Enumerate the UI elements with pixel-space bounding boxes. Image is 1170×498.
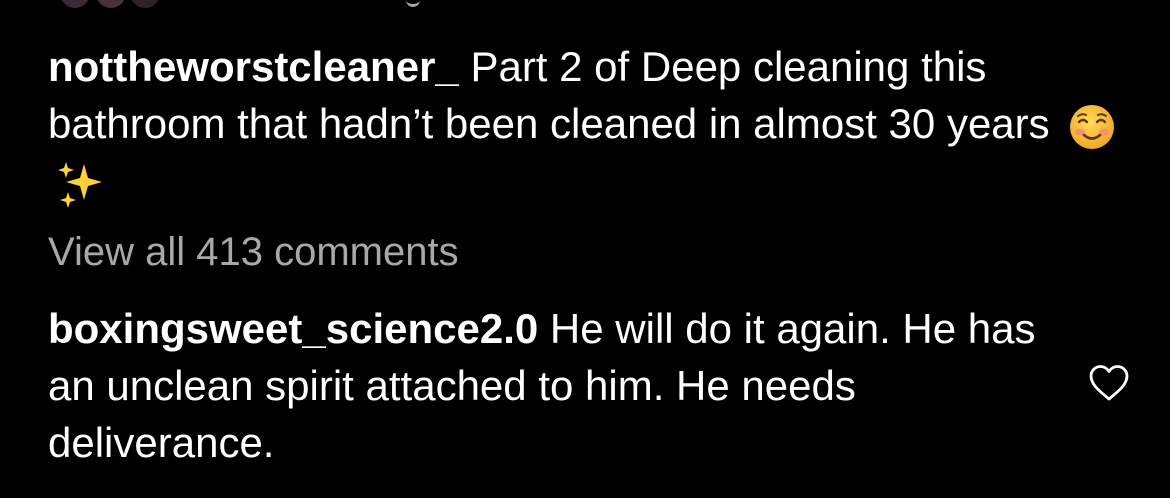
previous-row-remnant xyxy=(0,0,1170,10)
post-username[interactable]: nottheworstcleaner_ xyxy=(48,43,459,90)
liker-avatar xyxy=(96,0,126,8)
post-caption: nottheworstcleaner_ Part 2 of Deep clean… xyxy=(48,38,1128,210)
heart-outline-icon xyxy=(1089,365,1129,401)
cut-off-text xyxy=(406,0,420,7)
comment-username[interactable]: boxingsweet_science2.0 xyxy=(48,305,538,352)
view-all-comments-link[interactable]: View all 413 comments xyxy=(48,226,459,278)
sparkles-emoji-icon xyxy=(54,158,106,210)
liker-avatar xyxy=(130,0,160,8)
comment-item: boxingsweet_science2.0 He will do it aga… xyxy=(48,300,1048,471)
liker-avatar xyxy=(60,0,90,8)
comment-like-button[interactable] xyxy=(1088,363,1130,403)
smiling-face-emoji-icon xyxy=(1067,102,1117,152)
